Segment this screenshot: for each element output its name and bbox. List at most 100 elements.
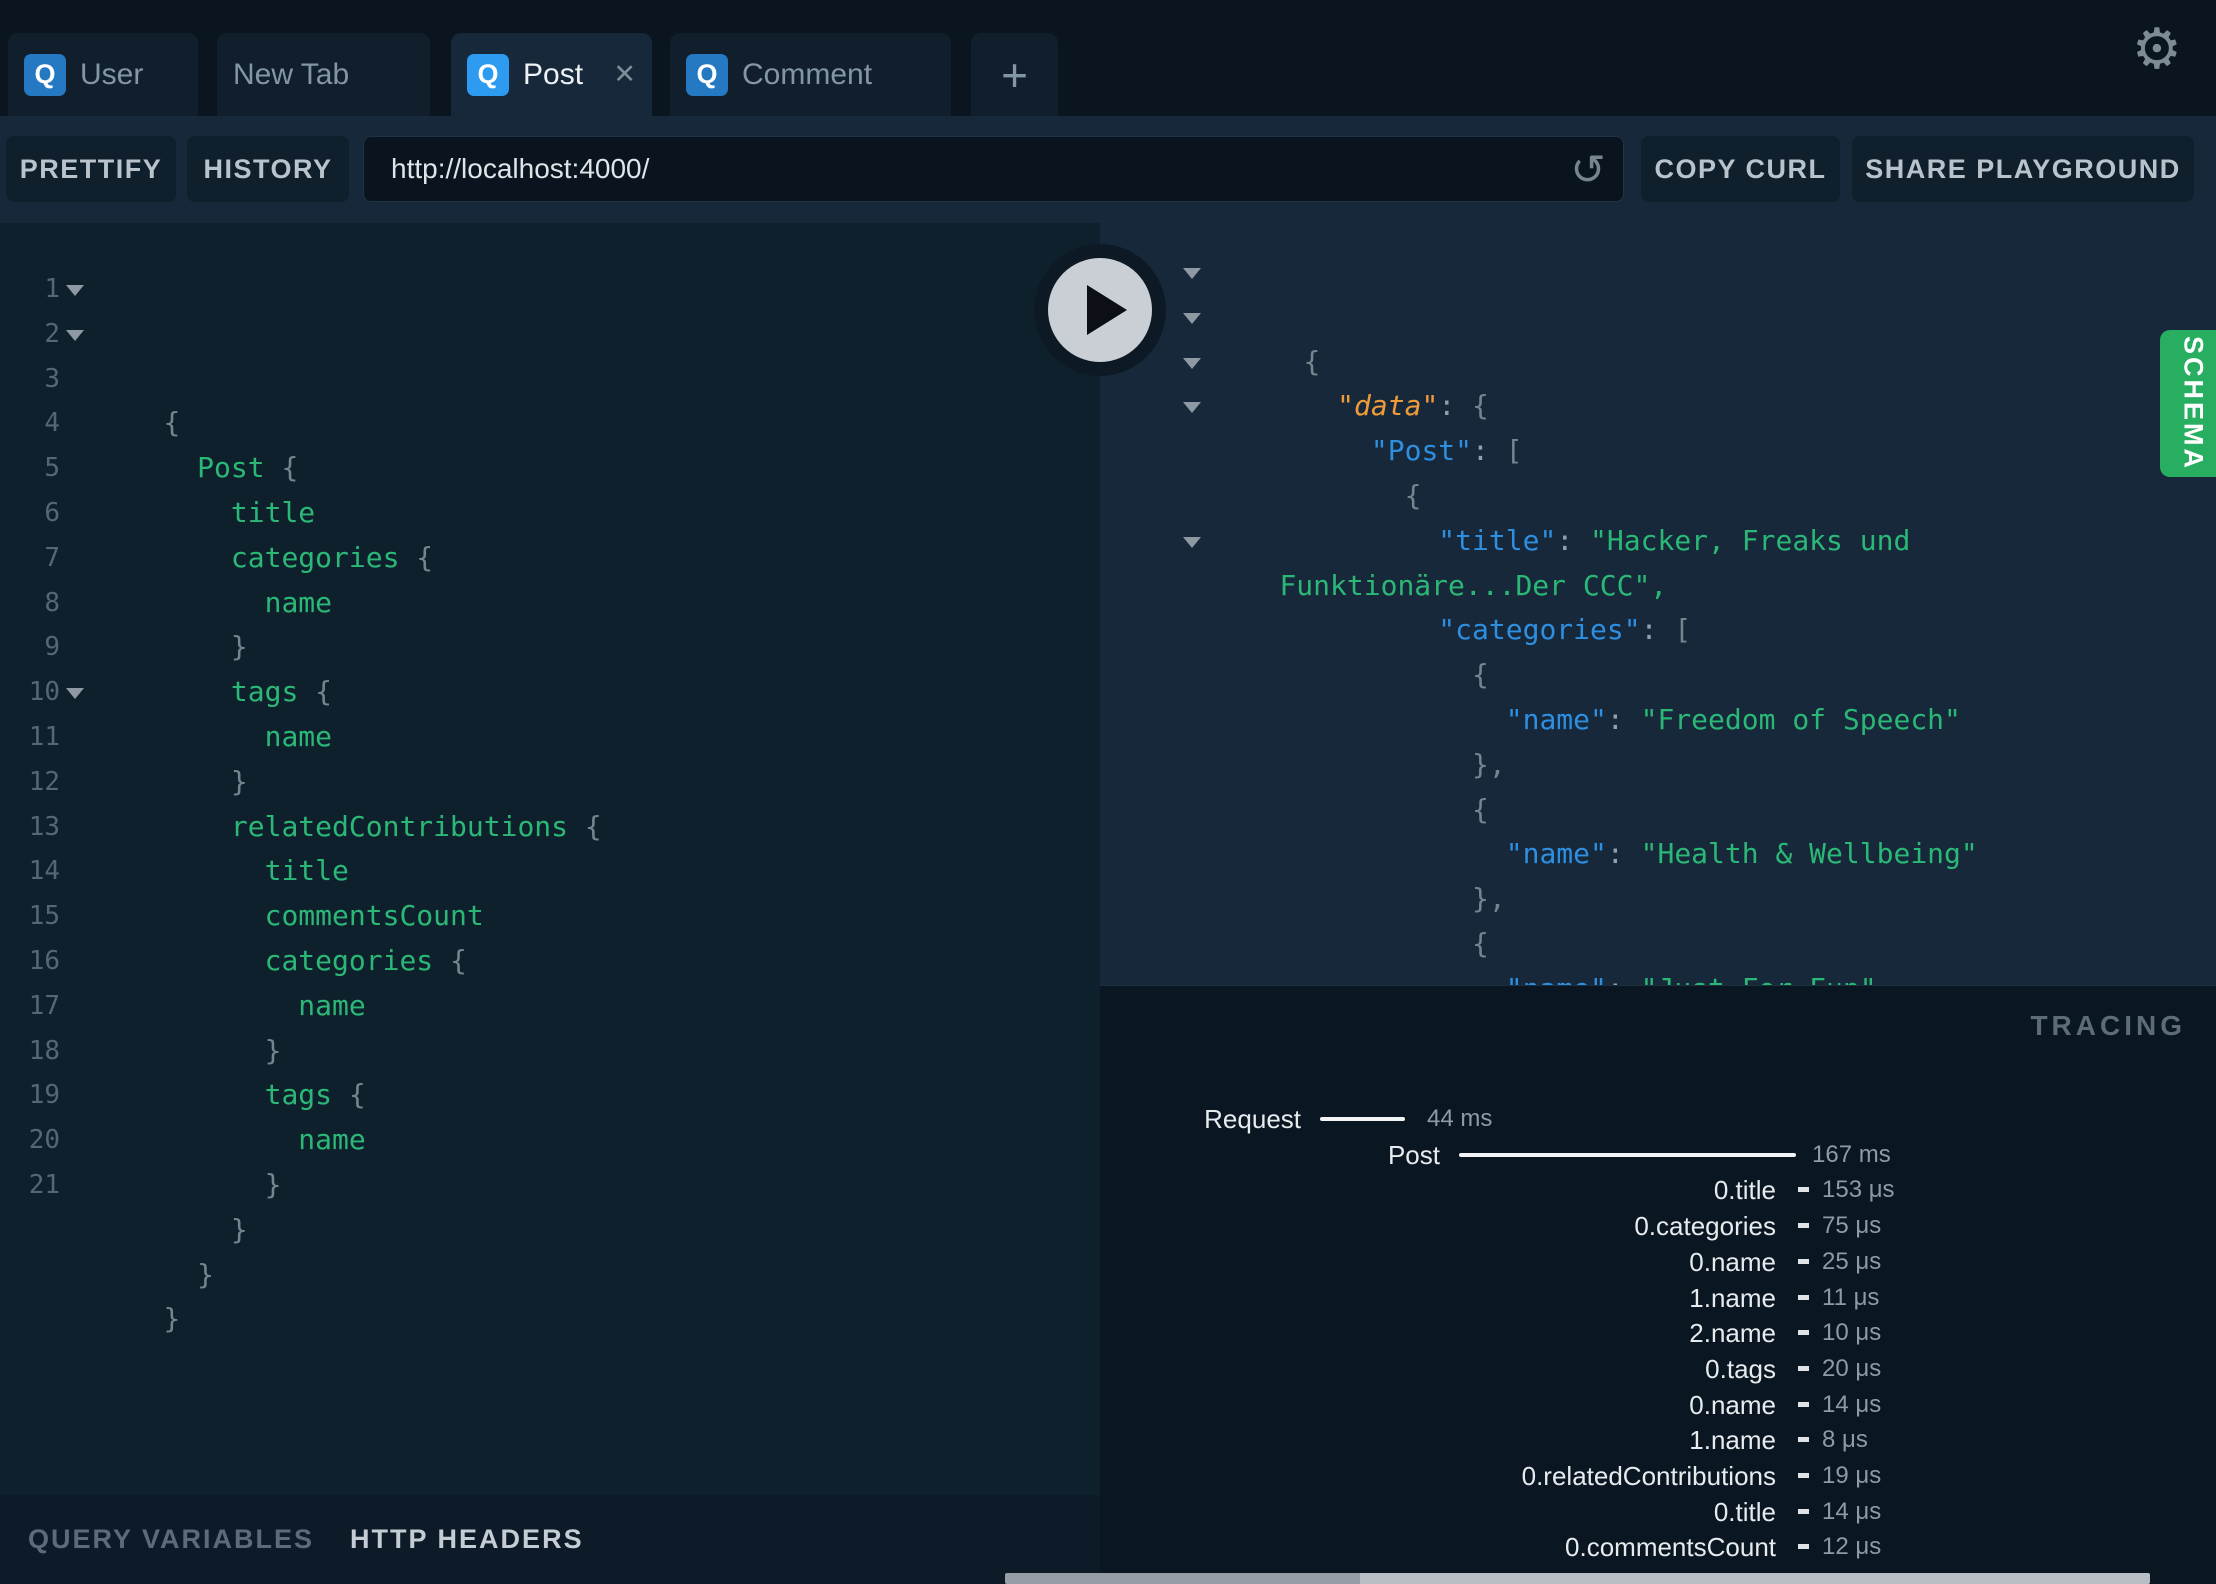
query-badge: Q bbox=[24, 53, 66, 96]
execute-query-button[interactable] bbox=[1034, 244, 1166, 376]
code-line: 9 } bbox=[0, 625, 1100, 797]
trace-dash bbox=[1798, 1437, 1809, 1443]
code-line: 4 categories { bbox=[0, 401, 1100, 573]
trace-row: Request 44 ms bbox=[1100, 1101, 2216, 1137]
trace-label: 0.title bbox=[1713, 1496, 1776, 1527]
trace-value: 25 μs bbox=[1822, 1247, 1882, 1275]
query-variables-tab[interactable]: QUERY VARIABLES bbox=[28, 1524, 314, 1555]
tab[interactable]: Q User bbox=[8, 33, 198, 116]
code-line: 5 name bbox=[0, 446, 1100, 618]
trace-label: 0.relatedContributions bbox=[1521, 1461, 1776, 1491]
fold-arrow-icon[interactable] bbox=[1183, 402, 1201, 414]
trace-row: 0.name 25 μs bbox=[1100, 1244, 2216, 1280]
prettify-button[interactable]: PRETTIFY bbox=[6, 136, 176, 202]
trace-bar bbox=[1320, 1117, 1405, 1121]
line-number: 13 bbox=[28, 811, 60, 842]
trace-value: 11 μs bbox=[1822, 1283, 1880, 1311]
trace-dash bbox=[1798, 1223, 1809, 1229]
code-line: 21 } bbox=[0, 1163, 1100, 1335]
line-number: 15 bbox=[28, 901, 60, 932]
trace-value: 75 μs bbox=[1822, 1212, 1882, 1240]
line-number: 16 bbox=[28, 945, 60, 976]
response-lines: { "data": { "Post": [ { "title": "Hacker… bbox=[1100, 223, 2216, 985]
response-line: "data": { bbox=[1100, 295, 2216, 422]
response-line: } bbox=[1100, 922, 2216, 967]
trace-label: 1.name bbox=[1689, 1425, 1776, 1456]
code-line: 17 name bbox=[0, 984, 1100, 1156]
response-line: { bbox=[1100, 564, 2216, 691]
tab[interactable]: New Tab bbox=[217, 33, 430, 116]
response-line: "name": "Health & Wellbeing" bbox=[1100, 743, 2216, 870]
copy-curl-button[interactable]: COPY CURL bbox=[1641, 136, 1840, 202]
fold-arrow-icon[interactable] bbox=[66, 329, 84, 341]
trace-row: 0.name 14 μs bbox=[1100, 1387, 2216, 1423]
line-number: 7 bbox=[44, 542, 60, 573]
trace-value: 19 μs bbox=[1822, 1462, 1882, 1489]
fold-arrow-icon[interactable] bbox=[1183, 312, 1201, 324]
trace-label: 0.name bbox=[1689, 1389, 1776, 1420]
trace-dash bbox=[1798, 1187, 1809, 1193]
horizontal-scrollbar[interactable] bbox=[1005, 1573, 2150, 1584]
reload-schema-icon[interactable]: ↺ bbox=[1555, 136, 1621, 202]
graphql-playground-window: Q User New Tab Q Post ✕ Q Comment + ⚙ PR… bbox=[0, 0, 2216, 1584]
trace-row: 0.categories 75 μs bbox=[1100, 1208, 2216, 1244]
fold-arrow-icon[interactable] bbox=[66, 688, 84, 700]
query-editor[interactable]: 1 { 2 Post { 3 title 4 categories { 5 na… bbox=[0, 223, 1100, 1495]
share-playground-button[interactable]: SHARE PLAYGROUND bbox=[1852, 136, 2194, 202]
response-line: "name": "Freedom of Speech" bbox=[1100, 608, 2216, 736]
trace-row: 0.commentsCount 12 μs bbox=[1100, 1529, 2216, 1565]
play-button-circle bbox=[1048, 258, 1152, 362]
trace-row: 0.title 14 μs bbox=[1100, 1494, 2216, 1530]
response-pane: { "data": { "Post": [ { "title": "Hacker… bbox=[1100, 223, 2216, 985]
code-line: 8 name bbox=[0, 581, 1100, 753]
tab[interactable]: + bbox=[971, 33, 1058, 116]
code-line: 11 title bbox=[0, 715, 1100, 887]
fold-arrow-icon[interactable] bbox=[66, 285, 84, 296]
code-line: 12 commentsCount bbox=[0, 760, 1100, 932]
trace-label: Post bbox=[1387, 1139, 1440, 1170]
tab[interactable]: Q Comment bbox=[670, 33, 951, 116]
response-line: "title": "Hacker, Freaks und bbox=[1100, 429, 2216, 557]
trace-dash bbox=[1798, 1401, 1809, 1407]
code-line: 18 } bbox=[0, 1029, 1100, 1201]
line-number: 9 bbox=[44, 632, 60, 663]
top-bar: Q User New Tab Q Post ✕ Q Comment + ⚙ bbox=[0, 0, 2216, 116]
fold-arrow-icon[interactable] bbox=[1183, 536, 1201, 548]
trace-row: 0.relatedContributions 19 μs bbox=[1100, 1458, 2216, 1494]
tab-close-icon[interactable]: ✕ bbox=[613, 59, 636, 90]
trace-label: 0.categories bbox=[1634, 1211, 1776, 1242]
trace-label: 0.title bbox=[1713, 1175, 1776, 1206]
trace-value: 8 μs bbox=[1822, 1426, 1868, 1454]
line-number: 18 bbox=[28, 1035, 60, 1066]
code-line: 6 } bbox=[0, 491, 1100, 663]
response-line: }, bbox=[1100, 788, 2216, 915]
tab-label: User bbox=[80, 57, 144, 91]
response-line: "name": "Just For Fun" bbox=[1100, 877, 2216, 985]
trace-dash bbox=[1798, 1473, 1809, 1478]
trace-value: 44 ms bbox=[1427, 1105, 1493, 1132]
trace-row: 2.name 10 μs bbox=[1100, 1315, 2216, 1351]
code-line: 7 tags { bbox=[0, 536, 1100, 708]
trace-bar bbox=[1459, 1152, 1796, 1157]
code-line: 2 Post { bbox=[0, 312, 1100, 484]
trace-label: 1.name bbox=[1689, 1282, 1776, 1313]
history-button[interactable]: HISTORY bbox=[187, 136, 349, 202]
response-line: { bbox=[1100, 698, 2216, 826]
settings-gear-icon[interactable]: ⚙ bbox=[2132, 22, 2182, 78]
endpoint-url-input[interactable] bbox=[364, 137, 1623, 201]
response-line: Funktionäre...Der CCC", bbox=[1100, 474, 2216, 602]
fold-arrow-icon[interactable] bbox=[1183, 268, 1201, 279]
tab[interactable]: Q Post ✕ bbox=[451, 33, 652, 116]
schema-side-tab[interactable]: SCHEMA bbox=[2160, 330, 2216, 477]
tracing-title: TRACING bbox=[2030, 1010, 2186, 1041]
response-line: { bbox=[1100, 384, 2216, 512]
trace-dash bbox=[1798, 1258, 1809, 1264]
tab-label: Post bbox=[523, 57, 584, 91]
line-number: 8 bbox=[44, 587, 60, 618]
query-badge: Q bbox=[686, 53, 728, 96]
line-number: 21 bbox=[28, 1169, 60, 1200]
line-number: 14 bbox=[28, 856, 60, 887]
http-headers-tab[interactable]: HTTP HEADERS bbox=[350, 1524, 584, 1555]
trace-value: 14 μs bbox=[1822, 1390, 1882, 1418]
fold-arrow-icon[interactable] bbox=[1183, 357, 1201, 369]
